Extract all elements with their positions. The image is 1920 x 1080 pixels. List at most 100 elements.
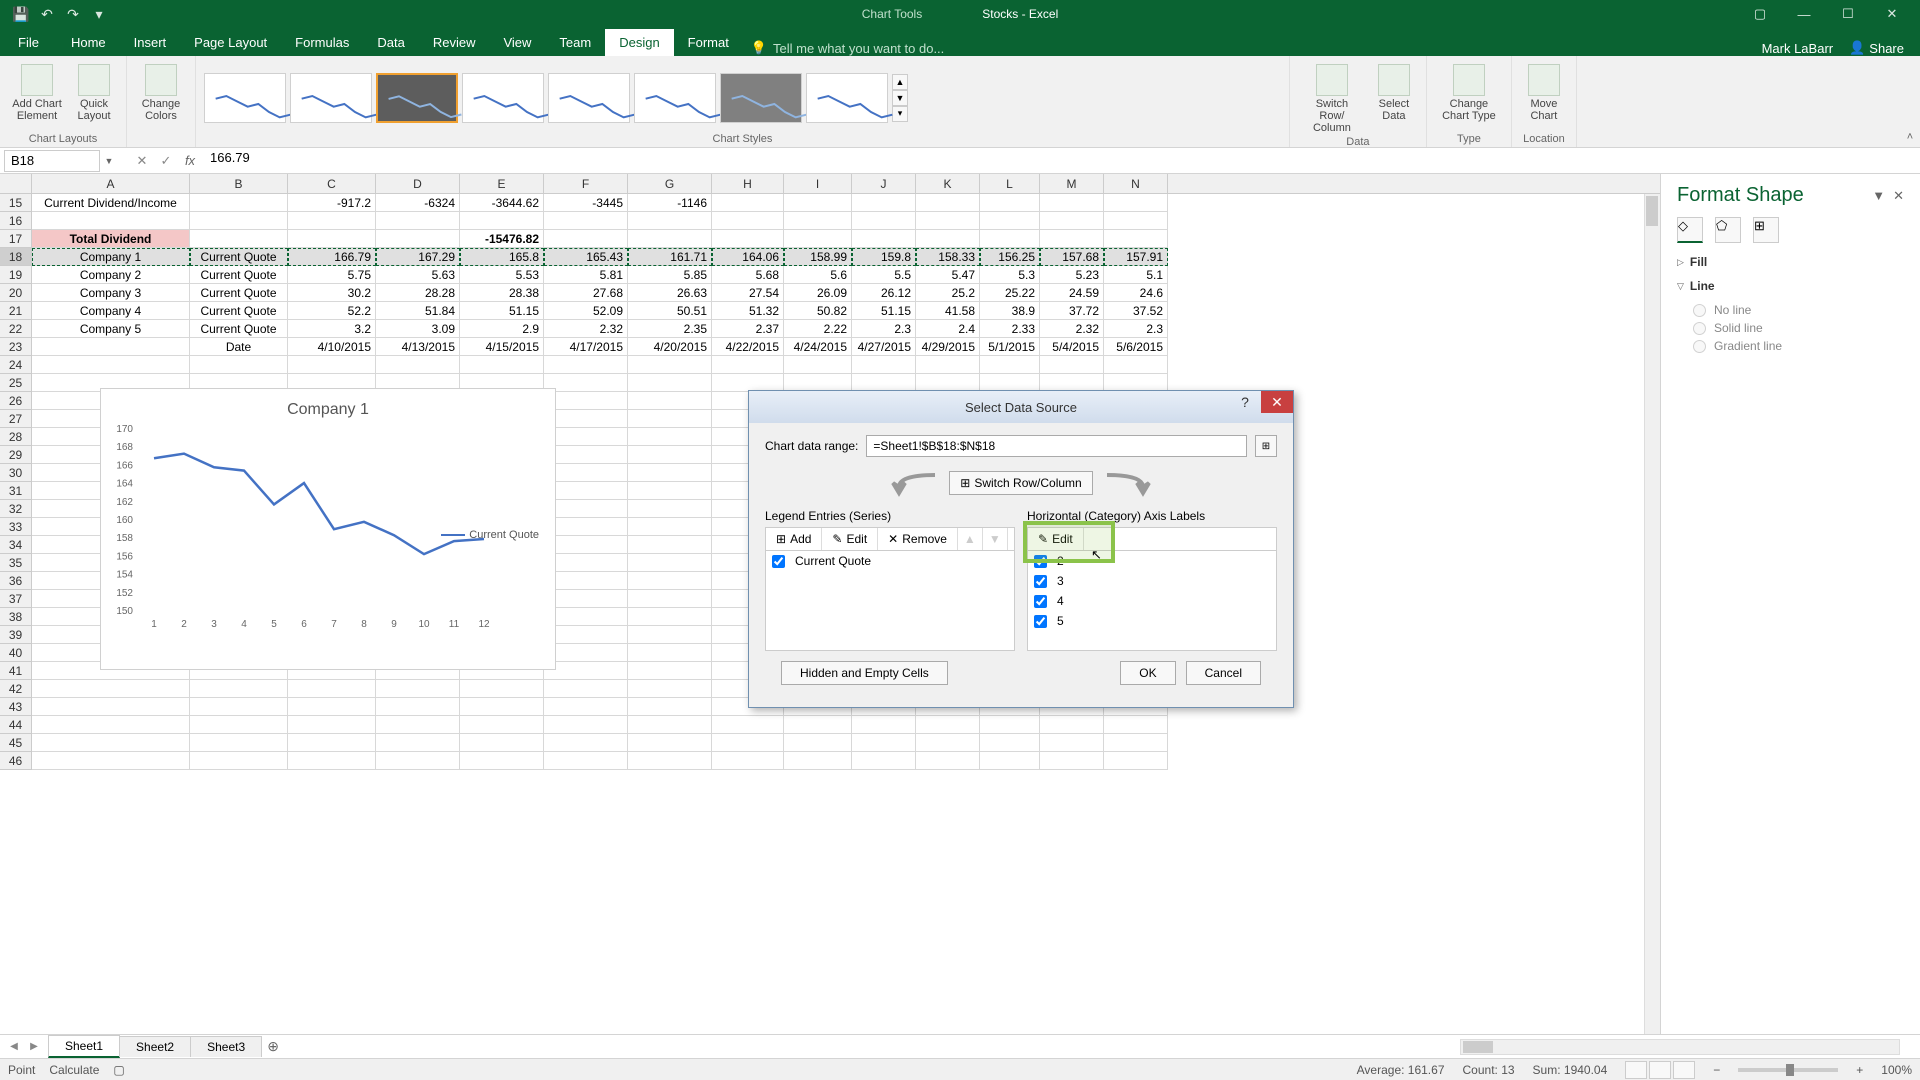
tab-review[interactable]: Review: [419, 29, 490, 56]
cell[interactable]: [980, 212, 1040, 230]
horizontal-scrollbar-thumb[interactable]: [1463, 1041, 1493, 1053]
row-header[interactable]: 15: [0, 194, 32, 212]
cell[interactable]: [190, 716, 288, 734]
cell[interactable]: 4/10/2015: [288, 338, 376, 356]
cell[interactable]: [544, 752, 628, 770]
column-header[interactable]: D: [376, 174, 460, 193]
cell[interactable]: [628, 410, 712, 428]
effects-tab-icon[interactable]: ⬠: [1715, 217, 1741, 243]
cell[interactable]: [544, 680, 628, 698]
row-header[interactable]: 43: [0, 698, 32, 716]
chart-style-1[interactable]: [204, 73, 286, 123]
row-header[interactable]: 20: [0, 284, 32, 302]
axis-label-item[interactable]: 5: [1028, 611, 1276, 631]
qat-dropdown-icon[interactable]: ▾: [90, 5, 108, 23]
cell[interactable]: [376, 230, 460, 248]
cell[interactable]: [544, 212, 628, 230]
cell[interactable]: [852, 230, 916, 248]
tab-team[interactable]: Team: [545, 29, 605, 56]
cell[interactable]: [544, 392, 628, 410]
cell[interactable]: [1104, 194, 1168, 212]
cell[interactable]: [980, 716, 1040, 734]
cell[interactable]: [1040, 752, 1104, 770]
cell[interactable]: 5/1/2015: [980, 338, 1040, 356]
axis-item-checkbox[interactable]: [1034, 615, 1047, 628]
cell[interactable]: [544, 554, 628, 572]
cell[interactable]: [190, 194, 288, 212]
collapse-ribbon-icon[interactable]: ˄: [1907, 131, 1913, 143]
tab-format[interactable]: Format: [674, 29, 743, 56]
cell[interactable]: 157.91: [1104, 248, 1168, 266]
cell[interactable]: 5.75: [288, 266, 376, 284]
cell[interactable]: 38.9: [980, 302, 1040, 320]
cell[interactable]: [784, 356, 852, 374]
cell[interactable]: 4/27/2015: [852, 338, 916, 356]
cell[interactable]: 157.68: [1040, 248, 1104, 266]
formula-input[interactable]: 166.79: [202, 150, 1920, 172]
cell[interactable]: [190, 680, 288, 698]
cell[interactable]: [628, 644, 712, 662]
share-button[interactable]: 👤 Share: [1849, 40, 1904, 56]
cell[interactable]: [980, 752, 1040, 770]
cell[interactable]: 41.58: [916, 302, 980, 320]
legend-remove-button[interactable]: ✕Remove: [878, 528, 958, 550]
legend-entries-list[interactable]: Current Quote: [765, 551, 1015, 651]
cancel-button[interactable]: Cancel: [1186, 661, 1261, 685]
cell[interactable]: [544, 428, 628, 446]
normal-view-button[interactable]: [1625, 1061, 1647, 1079]
cell[interactable]: [460, 698, 544, 716]
column-header[interactable]: K: [916, 174, 980, 193]
cell[interactable]: [628, 536, 712, 554]
legend-edit-button[interactable]: ✎Edit: [822, 528, 878, 550]
cell[interactable]: 51.84: [376, 302, 460, 320]
cell[interactable]: 5.63: [376, 266, 460, 284]
cell[interactable]: [916, 194, 980, 212]
row-header[interactable]: 31: [0, 482, 32, 500]
tab-file[interactable]: File: [0, 29, 57, 56]
cell[interactable]: [712, 356, 784, 374]
cell[interactable]: Company 3: [32, 284, 190, 302]
switch-row-column-dialog-button[interactable]: ⊞ Switch Row/Column: [949, 471, 1092, 495]
switch-row-column-button[interactable]: Switch Row/ Column: [1298, 64, 1366, 134]
cell[interactable]: [376, 716, 460, 734]
cell[interactable]: [628, 590, 712, 608]
cell[interactable]: [628, 464, 712, 482]
cell[interactable]: [544, 518, 628, 536]
axis-item-checkbox[interactable]: [1034, 595, 1047, 608]
cell[interactable]: [980, 230, 1040, 248]
cell[interactable]: [784, 734, 852, 752]
cell[interactable]: 26.12: [852, 284, 916, 302]
cell[interactable]: [628, 428, 712, 446]
column-header[interactable]: C: [288, 174, 376, 193]
cell[interactable]: -3445: [544, 194, 628, 212]
cell[interactable]: [628, 230, 712, 248]
cell[interactable]: 2.3: [852, 320, 916, 338]
cell[interactable]: 4/17/2015: [544, 338, 628, 356]
fx-icon[interactable]: fx: [178, 150, 202, 172]
cell[interactable]: [628, 356, 712, 374]
change-chart-type-button[interactable]: Change Chart Type: [1435, 64, 1503, 122]
cell[interactable]: 3.2: [288, 320, 376, 338]
cell[interactable]: -6324: [376, 194, 460, 212]
column-header[interactable]: I: [784, 174, 852, 193]
cell[interactable]: [376, 698, 460, 716]
row-header[interactable]: 24: [0, 356, 32, 374]
cell[interactable]: [628, 680, 712, 698]
column-header[interactable]: M: [1040, 174, 1104, 193]
cell[interactable]: 4/13/2015: [376, 338, 460, 356]
row-header[interactable]: 40: [0, 644, 32, 662]
row-header[interactable]: 28: [0, 428, 32, 446]
cell[interactable]: [544, 230, 628, 248]
cell[interactable]: [1040, 212, 1104, 230]
cell[interactable]: Date: [190, 338, 288, 356]
cell[interactable]: 5.47: [916, 266, 980, 284]
vertical-scrollbar-thumb[interactable]: [1646, 196, 1658, 226]
close-button[interactable]: ✕: [1872, 2, 1912, 26]
cell[interactable]: [784, 230, 852, 248]
row-header[interactable]: 41: [0, 662, 32, 680]
no-line-radio[interactable]: No line: [1693, 303, 1904, 317]
page-layout-view-button[interactable]: [1649, 1061, 1671, 1079]
undo-icon[interactable]: ↶: [38, 5, 56, 23]
row-header[interactable]: 17: [0, 230, 32, 248]
cell[interactable]: 165.8: [460, 248, 544, 266]
